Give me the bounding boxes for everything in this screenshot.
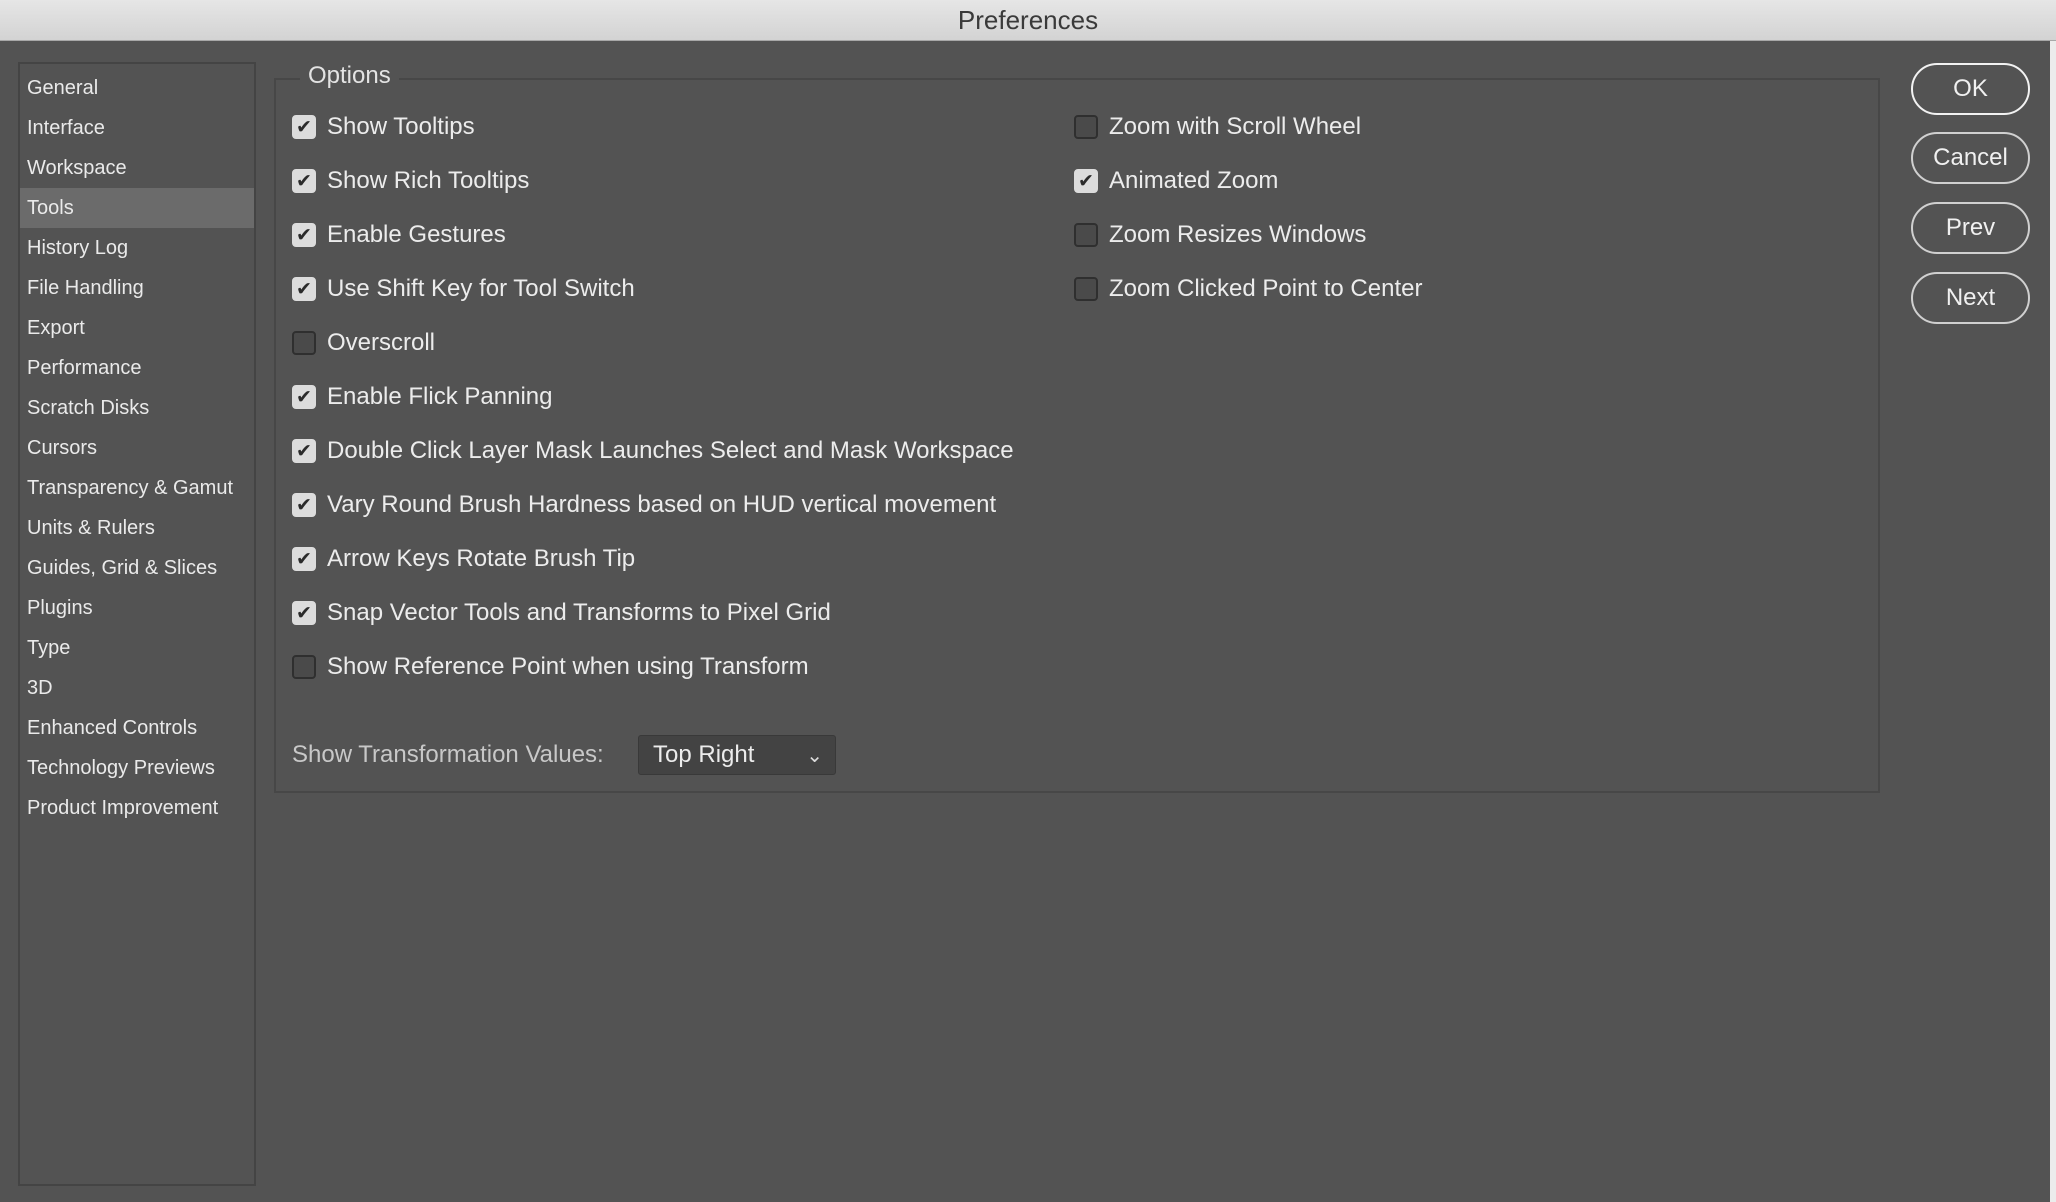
- sidebar-item-history-log[interactable]: History Log: [20, 228, 254, 268]
- cancel-button[interactable]: Cancel: [1911, 132, 2030, 184]
- checkbox-unchecked-icon[interactable]: [292, 655, 316, 679]
- option-zoom-clicked-point-center[interactable]: Zoom Clicked Point to Center: [1074, 269, 1422, 309]
- sidebar-item-export[interactable]: Export: [20, 308, 254, 348]
- sidebar-item-file-handling[interactable]: File Handling: [20, 268, 254, 308]
- transformation-values-select[interactable]: Top Right ⌄: [638, 735, 836, 775]
- option-show-tooltips[interactable]: ✔ Show Tooltips: [292, 107, 475, 147]
- option-show-rich-tooltips[interactable]: ✔ Show Rich Tooltips: [292, 161, 529, 201]
- sidebar-item-product-improvement[interactable]: Product Improvement: [20, 788, 254, 828]
- sidebar-item-plugins[interactable]: Plugins: [20, 588, 254, 628]
- option-overscroll[interactable]: Overscroll: [292, 323, 435, 363]
- option-zoom-scroll-wheel[interactable]: Zoom with Scroll Wheel: [1074, 107, 1361, 147]
- checkbox-checked-icon[interactable]: ✔: [1074, 169, 1098, 193]
- sidebar-item-general[interactable]: General: [20, 68, 254, 108]
- option-enable-flick-panning[interactable]: ✔ Enable Flick Panning: [292, 377, 552, 417]
- option-vary-round-brush-hardness[interactable]: ✔ Vary Round Brush Hardness based on HUD…: [292, 485, 996, 525]
- option-label: Enable Flick Panning: [327, 383, 553, 410]
- sidebar-item-workspace[interactable]: Workspace: [20, 148, 254, 188]
- option-label: Zoom Clicked Point to Center: [1109, 275, 1423, 302]
- checkbox-checked-icon[interactable]: ✔: [292, 439, 316, 463]
- option-arrow-keys-rotate-brush[interactable]: ✔ Arrow Keys Rotate Brush Tip: [292, 539, 635, 579]
- option-label: Use Shift Key for Tool Switch: [327, 275, 635, 302]
- option-show-reference-point[interactable]: Show Reference Point when using Transfor…: [292, 647, 809, 687]
- option-label: Show Rich Tooltips: [327, 167, 530, 194]
- prev-button[interactable]: Prev: [1911, 202, 2030, 254]
- sidebar-item-technology-previews[interactable]: Technology Previews: [20, 748, 254, 788]
- sidebar-item-performance[interactable]: Performance: [20, 348, 254, 388]
- next-button[interactable]: Next: [1911, 272, 2030, 324]
- sidebar-item-cursors[interactable]: Cursors: [20, 428, 254, 468]
- option-label: Overscroll: [327, 329, 436, 356]
- option-label: Animated Zoom: [1109, 167, 1279, 194]
- checkbox-unchecked-icon[interactable]: [1074, 277, 1098, 301]
- sidebar-item-guides-grid-slices[interactable]: Guides, Grid & Slices: [20, 548, 254, 588]
- option-label: Zoom Resizes Windows: [1109, 221, 1367, 248]
- sidebar-item-enhanced-controls[interactable]: Enhanced Controls: [20, 708, 254, 748]
- preferences-sidebar: General Interface Workspace Tools Histor…: [18, 62, 256, 1186]
- options-legend: Options: [300, 62, 399, 90]
- option-zoom-resizes-windows[interactable]: Zoom Resizes Windows: [1074, 215, 1366, 255]
- sidebar-item-type[interactable]: Type: [20, 628, 254, 668]
- option-animated-zoom[interactable]: ✔ Animated Zoom: [1074, 161, 1278, 201]
- option-label: Snap Vector Tools and Transforms to Pixe…: [327, 599, 831, 626]
- option-label: Show Tooltips: [327, 113, 475, 140]
- option-label: Arrow Keys Rotate Brush Tip: [327, 545, 636, 572]
- select-value: Top Right: [653, 741, 755, 768]
- sidebar-item-3d[interactable]: 3D: [20, 668, 254, 708]
- window-title: Preferences: [957, 4, 1099, 35]
- option-shift-key-tool-switch[interactable]: ✔ Use Shift Key for Tool Switch: [292, 269, 635, 309]
- title-bar: Preferences: [0, 0, 2056, 41]
- window-edge: [2050, 41, 2056, 1202]
- checkbox-unchecked-icon[interactable]: [1074, 115, 1098, 139]
- option-label: Double Click Layer Mask Launches Select …: [327, 437, 1014, 464]
- checkbox-unchecked-icon[interactable]: [1074, 223, 1098, 247]
- ok-button[interactable]: OK: [1911, 63, 2030, 115]
- option-label: Show Reference Point when using Transfor…: [327, 653, 809, 680]
- checkbox-checked-icon[interactable]: ✔: [292, 385, 316, 409]
- checkbox-checked-icon[interactable]: ✔: [292, 601, 316, 625]
- checkbox-checked-icon[interactable]: ✔: [292, 115, 316, 139]
- checkbox-checked-icon[interactable]: ✔: [292, 277, 316, 301]
- checkbox-checked-icon[interactable]: ✔: [292, 547, 316, 571]
- option-double-click-layer-mask[interactable]: ✔ Double Click Layer Mask Launches Selec…: [292, 431, 1014, 471]
- sidebar-item-transparency-gamut[interactable]: Transparency & Gamut: [20, 468, 254, 508]
- checkbox-checked-icon[interactable]: ✔: [292, 223, 316, 247]
- sidebar-item-tools[interactable]: Tools: [20, 188, 254, 228]
- sidebar-item-interface[interactable]: Interface: [20, 108, 254, 148]
- option-label: Vary Round Brush Hardness based on HUD v…: [327, 491, 997, 518]
- sidebar-item-scratch-disks[interactable]: Scratch Disks: [20, 388, 254, 428]
- transformation-values-label: Show Transformation Values:: [292, 741, 604, 768]
- chevron-down-icon: ⌄: [806, 744, 823, 767]
- option-label: Zoom with Scroll Wheel: [1109, 113, 1362, 140]
- option-snap-vector-tools[interactable]: ✔ Snap Vector Tools and Transforms to Pi…: [292, 593, 831, 633]
- option-label: Enable Gestures: [327, 221, 506, 248]
- checkbox-checked-icon[interactable]: ✔: [292, 493, 316, 517]
- checkbox-unchecked-icon[interactable]: [292, 331, 316, 355]
- checkbox-checked-icon[interactable]: ✔: [292, 169, 316, 193]
- option-enable-gestures[interactable]: ✔ Enable Gestures: [292, 215, 506, 255]
- sidebar-item-units-rulers[interactable]: Units & Rulers: [20, 508, 254, 548]
